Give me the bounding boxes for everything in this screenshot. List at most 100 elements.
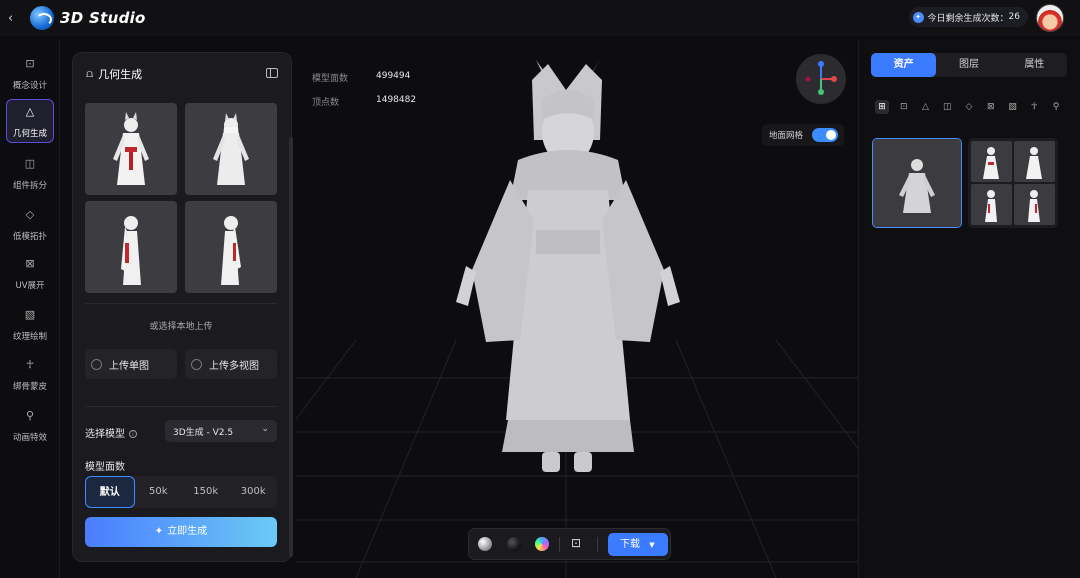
face-option-150k[interactable]: 150k <box>182 476 230 508</box>
nav-label: 概念设计 <box>12 81 47 91</box>
axis-gizmo-icon <box>805 61 837 95</box>
upload-single-label: 上传单图 <box>109 360 149 372</box>
nav-item-texture[interactable]: ▧ 纹理绘制 <box>6 303 54 347</box>
image-icon: ⊡ <box>25 57 35 70</box>
app-logo-icon <box>30 6 54 30</box>
screenshot-icon[interactable]: ⊡ <box>571 536 581 550</box>
upload-multi-label: 上传多视图 <box>209 360 259 372</box>
tab-properties[interactable]: 属性 <box>1002 53 1067 77</box>
grid-toggle-label: 地面网格 <box>769 131 804 141</box>
split-icon: ◫ <box>24 157 36 170</box>
collapse-panel-icon[interactable] <box>266 68 278 78</box>
divider <box>85 303 277 304</box>
select-model-label: 选择模型 i <box>85 425 137 440</box>
back-arrow-icon[interactable]: ‹ <box>8 11 22 26</box>
asset-filter-row: ⊞ ⊡ △ ◫ ◇ ⊠ ▧ ☥ ⚲ <box>871 100 1067 122</box>
nav-label: 动画特效 <box>12 433 47 443</box>
rig-icon: ☥ <box>25 358 35 371</box>
shapes-icon: △ <box>25 105 35 118</box>
nav-label: 低模拓扑 <box>12 232 47 242</box>
material-color-icon[interactable] <box>535 537 549 551</box>
geometry-panel: ⩍ 几何生成 或选择本地上传 上传单图 上传多视图 选择模型 i 3D生成 - … <box>72 52 293 562</box>
or-upload-text: 或选择本地上传 <box>149 322 213 332</box>
faces-label: 模型面数 <box>312 74 349 84</box>
view-thumbnail-back[interactable] <box>185 103 277 195</box>
character-left-image <box>85 201 177 293</box>
rig-icon[interactable]: ☥ <box>1027 100 1041 114</box>
view-thumbnail-right[interactable] <box>185 201 277 293</box>
top-bar: ‹ 3D Studio ✦ 今日剩余生成次数： 26 <box>0 0 1080 36</box>
face-count-selector: 默认 50k 150k 300k <box>85 476 277 508</box>
run-icon[interactable]: ⚲ <box>1049 100 1063 114</box>
uv-icon[interactable]: ⊠ <box>984 100 998 114</box>
character-model <box>456 60 680 472</box>
lowpoly-icon: ◇ <box>25 208 35 221</box>
model-select-value: 3D生成 - V2.5 <box>173 428 234 438</box>
generate-button[interactable]: ✦ 立即生成 <box>85 517 277 547</box>
3d-viewport[interactable]: 模型面数 499494 顶点数 1498482 地面网格 ⊡ 下载 ▼ <box>296 40 858 578</box>
asset-card-model[interactable] <box>872 138 962 228</box>
image-icon[interactable]: ⊡ <box>897 100 911 114</box>
shapes-icon: ⩍ <box>86 67 94 80</box>
character-back-image <box>185 103 277 195</box>
orientation-gizmo[interactable] <box>796 54 846 104</box>
toggle-switch[interactable] <box>812 128 838 142</box>
multiview-back-image <box>1014 141 1055 182</box>
uv-icon: ⊠ <box>25 257 35 270</box>
nav-label: UV展开 <box>15 281 45 291</box>
download-button[interactable]: 下载 ▼ <box>608 533 668 556</box>
lowpoly-icon[interactable]: ◇ <box>962 100 976 114</box>
vertex-count-stat: 顶点数 1498482 <box>312 95 416 108</box>
download-label: 下载 <box>620 539 640 550</box>
nav-label: 几何生成 <box>12 129 47 139</box>
quota-value: 26 <box>1008 12 1020 22</box>
view-thumbnail-left[interactable] <box>85 201 177 293</box>
toolbar-separator <box>559 537 560 552</box>
model-preview-image <box>873 139 961 227</box>
panel-header: ⩍ 几何生成 <box>86 66 142 82</box>
generate-label: 立即生成 <box>167 526 208 537</box>
radio-icon <box>91 358 102 370</box>
face-option-50k[interactable]: 50k <box>135 476 183 508</box>
face-count-stat: 模型面数 499494 <box>312 71 410 84</box>
upload-single-button[interactable]: 上传单图 <box>85 349 177 379</box>
split-icon[interactable]: ◫ <box>940 100 954 114</box>
texture-icon[interactable]: ▧ <box>1006 100 1020 114</box>
sparkle-icon: ✦ <box>154 526 164 537</box>
faces-value: 499494 <box>376 71 411 81</box>
panel-scrollbar[interactable] <box>289 137 293 557</box>
nav-item-split[interactable]: ◫ 组件拆分 <box>6 152 54 196</box>
nav-item-animation[interactable]: ⚲ 动画特效 <box>6 404 54 448</box>
ground-grid-toggle[interactable]: 地面网格 <box>762 124 844 146</box>
material-clay-icon[interactable] <box>478 537 492 551</box>
info-icon[interactable]: i <box>129 430 137 438</box>
generation-quota-badge: ✦ 今日剩余生成次数： 26 <box>908 7 1028 27</box>
user-avatar[interactable] <box>1036 4 1064 32</box>
asset-card-multiview[interactable] <box>968 138 1058 228</box>
face-option-300k[interactable]: 300k <box>230 476 278 508</box>
nav-item-lowpoly[interactable]: ◇ 低模拓扑 <box>6 203 54 247</box>
viewport-scene <box>296 60 858 578</box>
grid-all-icon[interactable]: ⊞ <box>875 100 889 114</box>
character-right-image <box>185 201 277 293</box>
nav-item-uv[interactable]: ⊠ UV展开 <box>6 252 54 296</box>
nav-item-concept[interactable]: ⊡ 概念设计 <box>6 52 54 96</box>
multiview-right-image <box>1014 184 1055 225</box>
view-thumbnail-front[interactable] <box>85 103 177 195</box>
multiview-front-image <box>971 141 1012 182</box>
quota-label: 今日剩余生成次数： <box>927 13 1009 24</box>
shapes-icon[interactable]: △ <box>919 100 933 114</box>
material-dark-icon[interactable] <box>507 537 521 551</box>
tab-assets[interactable]: 资产 <box>871 53 937 77</box>
left-nav: ⊡ 概念设计 △ 几何生成 ◫ 组件拆分 ◇ 低模拓扑 ⊠ UV展开 ▧ 纹理绘… <box>0 40 60 578</box>
nav-item-geometry[interactable]: △ 几何生成 <box>6 99 54 143</box>
multiview-left-image <box>971 184 1012 225</box>
tab-layers[interactable]: 图层 <box>936 53 1001 77</box>
face-option-default[interactable]: 默认 <box>85 476 135 508</box>
nav-item-rig[interactable]: ☥ 绑骨蒙皮 <box>6 353 54 397</box>
face-count-label: 模型面数 <box>85 462 125 473</box>
upload-multi-button[interactable]: 上传多视图 <box>185 349 277 379</box>
chevron-down-icon: ⌄ <box>261 424 269 434</box>
model-select[interactable]: 3D生成 - V2.5 ⌄ <box>165 420 277 442</box>
app-title: 3D Studio <box>60 9 146 27</box>
